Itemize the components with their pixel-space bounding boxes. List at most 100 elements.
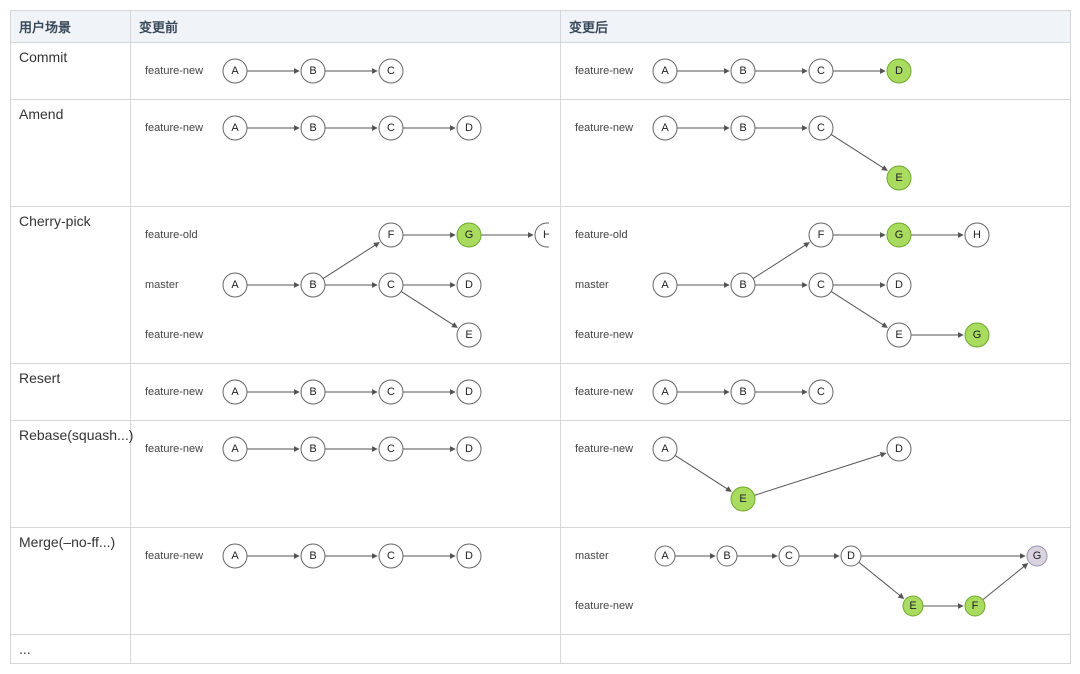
branch-label: feature-new <box>575 65 633 77</box>
commit-node-label: D <box>465 279 473 291</box>
scene-label: Merge(–no-ff...) <box>19 534 115 550</box>
header-after: 变更后 <box>561 11 1071 43</box>
commit-node-label: C <box>387 279 395 291</box>
commit-node-label: A <box>231 550 239 562</box>
commit-node-label: F <box>972 600 979 612</box>
commit-node-label: B <box>309 122 316 134</box>
commit-edge <box>323 243 379 279</box>
scene-label: Cherry-pick <box>19 213 91 229</box>
after-cell: feature-newADE <box>561 421 1071 528</box>
scene-label: Commit <box>19 49 67 65</box>
branch-label: feature-new <box>575 122 633 134</box>
commit-node-label: A <box>231 279 239 291</box>
before-cell: feature-new A B C <box>131 43 561 100</box>
scene-cell: Commit <box>11 43 131 100</box>
commit-edge <box>401 291 457 327</box>
commit-node-label: B <box>739 386 746 398</box>
commit-graph: feature-newABCD <box>139 110 547 146</box>
commit-node-label: D <box>465 122 473 134</box>
commit-node-label: D <box>895 443 903 455</box>
commit-node-label: A <box>231 122 239 134</box>
commit-node-label: B <box>739 279 746 291</box>
scene-label: ... <box>19 641 31 657</box>
before-cell: feature-newABCD <box>131 528 561 635</box>
table-row: Resert feature-newABCDfeature-new A B C <box>11 364 1071 421</box>
commit-node-label: A <box>661 279 669 291</box>
after-cell <box>561 635 1071 664</box>
commit-node-label: D <box>465 550 473 562</box>
commit-node-label: A <box>661 443 669 455</box>
commit-node-label: D <box>895 65 903 77</box>
after-cell: master feature-new A B C D G E F <box>561 528 1071 635</box>
branch-label: master <box>575 279 609 291</box>
commit-node-label: C <box>387 550 395 562</box>
table-row: Merge(–no-ff...) feature-new A B C Dmaster fea… <box>11 528 1071 635</box>
scene-label: Rebase(squash...) <box>19 427 133 443</box>
commit-node-label: C <box>387 65 395 77</box>
commit-edge <box>753 243 809 279</box>
commit-node-label: B <box>309 550 316 562</box>
commit-node-label: H <box>973 229 981 241</box>
commit-node-label: B <box>309 443 316 455</box>
commit-node-label: B <box>723 550 730 562</box>
commit-graph: feature-newABCD <box>139 374 547 410</box>
commit-edge <box>754 453 885 495</box>
before-cell: feature-newABCD <box>131 364 561 421</box>
scene-cell: Amend <box>11 100 131 207</box>
branch-label: master <box>575 550 609 562</box>
table-row: Commitfeature-newABCfeature-newABCD <box>11 43 1071 100</box>
branch-label: feature-new <box>575 600 633 612</box>
before-cell: feature-newABCD <box>131 421 561 528</box>
branch-label: master <box>145 279 179 291</box>
commit-node-label: G <box>973 329 982 341</box>
commit-node-label: A <box>661 550 669 562</box>
commit-graph: feature-newADE <box>569 431 977 517</box>
scene-cell: Resert <box>11 364 131 421</box>
commit-node-label: C <box>817 386 825 398</box>
commit-graph: feature-newABC <box>569 374 899 410</box>
after-cell: feature-newABC <box>561 364 1071 421</box>
commit-node-label: G <box>895 229 904 241</box>
commit-node-label: A <box>231 65 239 77</box>
commit-node-label: C <box>785 550 793 562</box>
commit-node-label: D <box>465 386 473 398</box>
commit-graph: feature-newABCE <box>569 110 977 196</box>
commit-node-label: C <box>817 122 825 134</box>
git-scenarios-table: 用户场景 变更前 变更后 Commitfeature-newABCfeature… <box>10 10 1071 664</box>
before-cell <box>131 635 561 664</box>
commit-node-label: B <box>309 65 316 77</box>
commit-edge <box>831 134 887 170</box>
table-row: ... <box>11 635 1071 664</box>
branch-label: feature-new <box>575 329 633 341</box>
commit-node-label: E <box>909 600 916 612</box>
commit-graph: master feature-new A B C D G E F <box>569 538 1059 624</box>
commit-graph: feature-oldmasterfeature-newFGHABCDEG <box>569 217 1055 353</box>
commit-node-label: G <box>465 229 474 241</box>
commit-node-label: C <box>817 279 825 291</box>
scene-cell: Merge(–no-ff...) <box>11 528 131 635</box>
commit-node-label: A <box>661 65 669 77</box>
branch-label: feature-new <box>145 443 203 455</box>
commit-edge <box>859 562 904 598</box>
scene-label: Resert <box>19 370 60 386</box>
commit-node-label: B <box>309 386 316 398</box>
branch-label: feature-old <box>145 229 198 241</box>
commit-node-label: D <box>847 550 855 562</box>
commit-graph: feature-oldmasterfeature-newFGHABCDE <box>139 217 549 353</box>
commit-node-label: F <box>388 229 395 241</box>
after-cell: feature-newABCE <box>561 100 1071 207</box>
branch-label: feature-old <box>575 229 628 241</box>
commit-node-label: A <box>661 386 669 398</box>
commit-node-label: C <box>387 122 395 134</box>
branch-label: feature-new <box>145 65 203 77</box>
scene-cell: Rebase(squash...) <box>11 421 131 528</box>
commit-node-label: D <box>895 279 903 291</box>
commit-edge <box>831 291 887 327</box>
commit-node-label: G <box>1033 550 1042 562</box>
commit-node-label: H <box>543 229 549 241</box>
branch-label: feature-new <box>575 443 633 455</box>
after-cell: feature-oldmasterfeature-newFGHABCDEG <box>561 207 1071 364</box>
branch-label: feature-new <box>145 386 203 398</box>
commit-node-label: C <box>387 443 395 455</box>
commit-edge <box>983 564 1028 600</box>
